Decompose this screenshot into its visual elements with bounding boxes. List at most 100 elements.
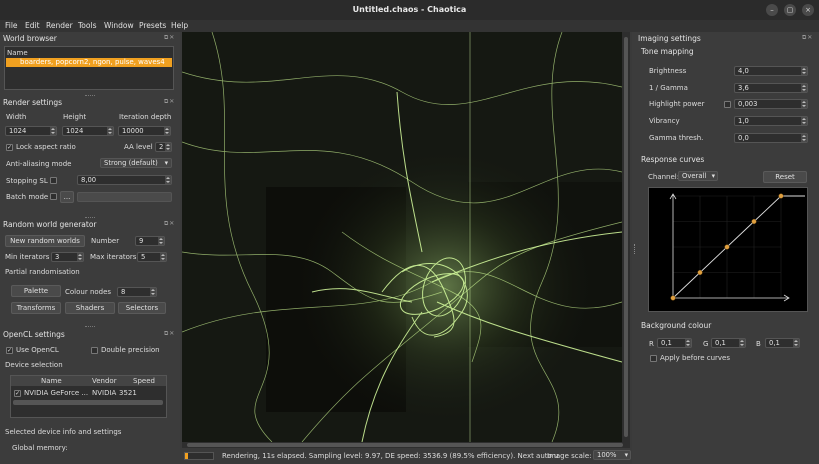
spin-arrows-icon[interactable] bbox=[739, 339, 745, 347]
spin-arrows-icon[interactable] bbox=[801, 67, 807, 75]
spin-arrows-icon[interactable] bbox=[150, 288, 156, 296]
menu-presets[interactable]: Presets bbox=[139, 21, 166, 30]
spin-arrows-icon[interactable] bbox=[164, 127, 170, 135]
device-checkbox[interactable]: ✓ bbox=[14, 390, 21, 397]
curve-graph[interactable] bbox=[649, 188, 807, 311]
spin-arrows-icon[interactable] bbox=[50, 127, 56, 135]
close-icon[interactable]: × bbox=[802, 4, 814, 16]
channel-select[interactable]: Overall ▾ bbox=[678, 171, 718, 181]
batch-mode-checkbox[interactable] bbox=[50, 193, 57, 200]
brightness-label: Brightness bbox=[649, 67, 687, 75]
curve-control-point[interactable] bbox=[778, 193, 784, 199]
menu-tools[interactable]: Tools bbox=[78, 21, 96, 30]
number-field[interactable]: 9 bbox=[135, 236, 165, 246]
menu-window[interactable]: Window bbox=[104, 21, 134, 30]
g-field[interactable]: 0,1 bbox=[711, 338, 746, 348]
viewport-scrollbar[interactable] bbox=[182, 442, 630, 448]
world-list[interactable]: Name boarders, popcorn2, ngon, pulse, wa… bbox=[4, 46, 174, 90]
apply-before-curves-checkbox[interactable] bbox=[650, 355, 657, 362]
reset-button[interactable]: Reset bbox=[763, 171, 807, 183]
brightness-field[interactable]: 4,0 bbox=[734, 66, 808, 76]
iteration-depth-label: Iteration depth bbox=[119, 113, 172, 121]
use-opencl-checkbox[interactable]: ✓ bbox=[6, 347, 13, 354]
maximize-icon[interactable]: ▢ bbox=[784, 4, 796, 16]
highlight-power-field[interactable]: 0,003 bbox=[734, 99, 808, 109]
stopping-sl-checkbox[interactable] bbox=[50, 177, 57, 184]
device-table[interactable]: Name Vendor Speed ✓ NVIDIA GeForce ... N… bbox=[10, 375, 167, 418]
spin-arrows-icon[interactable] bbox=[158, 237, 164, 245]
chevron-down-icon: ▾ bbox=[624, 451, 628, 459]
splitter-handle[interactable] bbox=[85, 217, 95, 219]
viewport-vertical-scrollbar[interactable] bbox=[622, 32, 630, 442]
spin-arrows-icon[interactable] bbox=[165, 176, 171, 184]
aa-level-label: AA level bbox=[124, 143, 153, 151]
curve-control-point[interactable] bbox=[670, 295, 676, 301]
spin-arrows-icon[interactable] bbox=[793, 339, 799, 347]
palette-button[interactable]: Palette bbox=[11, 285, 61, 297]
dock-float-close-icon[interactable]: ⧉✕ bbox=[164, 34, 175, 42]
spin-arrows-icon[interactable] bbox=[801, 84, 807, 92]
dock-float-close-icon[interactable]: ⧉✕ bbox=[164, 330, 175, 338]
gamma-field[interactable]: 3,6 bbox=[734, 83, 808, 93]
response-curve-editor[interactable] bbox=[648, 187, 808, 312]
scrollbar-thumb[interactable] bbox=[187, 443, 623, 447]
aa-mode-select[interactable]: Strong (default) ▾ bbox=[100, 158, 172, 168]
image-scale-label: Image scale: bbox=[547, 452, 592, 460]
spin-arrows-icon[interactable] bbox=[160, 253, 166, 261]
width-field[interactable]: 1024 bbox=[5, 126, 57, 136]
gamma-thresh-field[interactable]: 0,0 bbox=[734, 133, 808, 143]
render-viewport[interactable] bbox=[182, 32, 622, 442]
spin-arrows-icon[interactable] bbox=[107, 127, 113, 135]
spin-arrows-icon[interactable] bbox=[801, 117, 807, 125]
menu-file[interactable]: File bbox=[5, 21, 18, 30]
min-iterators-field[interactable]: 3 bbox=[51, 252, 84, 262]
curve-control-point[interactable] bbox=[751, 218, 757, 225]
r-field[interactable]: 0,1 bbox=[657, 338, 692, 348]
device-name: NVIDIA GeForce ... bbox=[24, 389, 89, 397]
b-field[interactable]: 0,1 bbox=[765, 338, 800, 348]
dock-splitter-handle[interactable] bbox=[634, 244, 637, 254]
batch-path-field[interactable] bbox=[77, 192, 172, 202]
spin-arrows-icon[interactable] bbox=[801, 134, 807, 142]
colour-nodes-field[interactable]: 8 bbox=[117, 287, 157, 297]
height-field[interactable]: 1024 bbox=[62, 126, 114, 136]
double-precision-checkbox[interactable] bbox=[91, 347, 98, 354]
image-scale-select[interactable]: 100% ▾ bbox=[593, 450, 631, 460]
width-label: Width bbox=[6, 113, 27, 121]
splitter-handle[interactable] bbox=[85, 95, 95, 97]
new-random-worlds-button[interactable]: New random worlds bbox=[5, 235, 85, 247]
transforms-button[interactable]: Transforms bbox=[11, 302, 61, 314]
vibrancy-field[interactable]: 1,0 bbox=[734, 116, 808, 126]
highlight-power-checkbox[interactable] bbox=[724, 101, 731, 108]
menu-render[interactable]: Render bbox=[46, 21, 73, 30]
selectors-button[interactable]: Selectors bbox=[118, 302, 166, 314]
dock-float-close-icon[interactable]: ⧉✕ bbox=[164, 98, 175, 106]
min-iterators-value: 3 bbox=[55, 253, 60, 261]
iteration-depth-field[interactable]: 10000 bbox=[118, 126, 171, 136]
spin-arrows-icon[interactable] bbox=[685, 339, 691, 347]
splitter-handle[interactable] bbox=[85, 326, 95, 328]
lock-aspect-checkbox[interactable]: ✓ bbox=[6, 144, 13, 151]
max-iterators-field[interactable]: 5 bbox=[137, 252, 167, 262]
width-value: 1024 bbox=[9, 127, 27, 135]
world-list-item[interactable]: boarders, popcorn2, ngon, pulse, waves4 bbox=[6, 58, 172, 67]
minimize-icon[interactable]: – bbox=[766, 4, 778, 16]
menu-help[interactable]: Help bbox=[171, 21, 188, 30]
use-opencl-label: Use OpenCL bbox=[16, 346, 59, 354]
scrollbar-thumb[interactable] bbox=[624, 37, 628, 437]
spin-arrows-icon[interactable] bbox=[801, 100, 807, 108]
shaders-button[interactable]: Shaders bbox=[65, 302, 115, 314]
stopping-sl-field[interactable]: 8,00 bbox=[77, 175, 172, 185]
curve-control-point[interactable] bbox=[697, 269, 703, 276]
g-value: 0,1 bbox=[715, 339, 726, 347]
aa-level-field[interactable]: 2 bbox=[155, 142, 172, 152]
spin-arrows-icon[interactable] bbox=[165, 143, 171, 151]
menu-edit[interactable]: Edit bbox=[25, 21, 40, 30]
batch-browse-button[interactable]: ... bbox=[60, 191, 74, 203]
spin-arrows-icon[interactable] bbox=[77, 253, 83, 261]
curve-control-point[interactable] bbox=[724, 244, 730, 250]
dock-float-close-icon[interactable]: ⧉✕ bbox=[802, 34, 813, 42]
number-value: 9 bbox=[139, 237, 144, 245]
dock-float-close-icon[interactable]: ⧉✕ bbox=[164, 220, 175, 228]
device-table-scrollbar[interactable] bbox=[13, 400, 163, 405]
